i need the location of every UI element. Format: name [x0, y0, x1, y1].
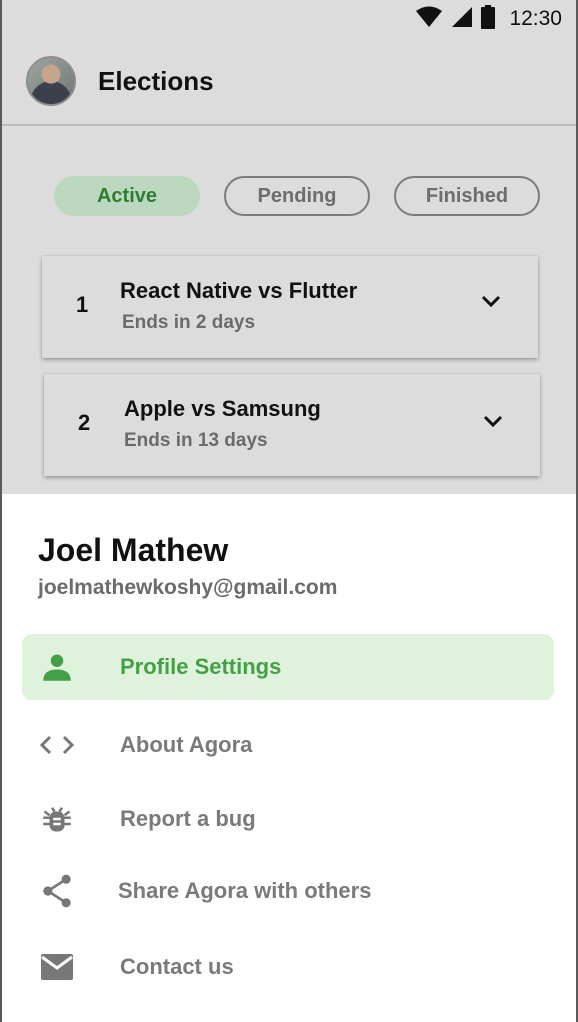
tab-active[interactable]: Active [54, 176, 200, 216]
avatar[interactable] [26, 56, 76, 106]
menu-item-share-agora[interactable]: Share Agora with others [22, 858, 554, 924]
chevron-down-icon[interactable] [482, 414, 504, 433]
tab-pending[interactable]: Pending [224, 176, 370, 216]
tab-finished[interactable]: Finished [394, 176, 540, 216]
menu-item-profile-settings[interactable]: Profile Settings [22, 634, 554, 700]
menu-item-label: Profile Settings [120, 654, 282, 679]
status-bar: 12:30 [2, 0, 576, 38]
election-name: Apple vs Samsung [124, 396, 321, 421]
mail-icon [40, 950, 74, 984]
menu-item-label: About Agora [120, 732, 253, 757]
user-email: joelmathewkoshy@gmail.com [38, 576, 338, 599]
election-name: React Native vs Flutter [120, 278, 358, 303]
page-title: Elections [98, 65, 214, 96]
election-card[interactable]: 2 Apple vs Samsung Ends in 13 days [44, 374, 540, 476]
wifi-icon [415, 6, 443, 33]
code-icon [40, 728, 74, 762]
app-bar: Elections [2, 38, 576, 126]
battery-icon [481, 4, 496, 34]
election-card[interactable]: 1 React Native vs Flutter Ends in 2 days [42, 256, 538, 358]
election-tabs: Active Pending Finished [54, 176, 540, 216]
election-ends: Ends in 2 days [122, 312, 256, 333]
share-icon [40, 874, 74, 908]
election-number: 2 [78, 410, 91, 435]
app-frame: 12:30 Elections Active Pending Finished … [0, 0, 578, 1022]
elections-content: Active Pending Finished 1 React Native v… [2, 126, 576, 494]
menu-item-label: Contact us [120, 954, 234, 979]
menu-item-about-agora[interactable]: About Agora [22, 712, 554, 778]
election-number: 1 [76, 292, 89, 317]
person-icon [40, 650, 74, 684]
election-ends: Ends in 13 days [124, 430, 268, 451]
menu-item-report-bug[interactable]: Report a bug [22, 786, 554, 852]
chevron-down-icon[interactable] [480, 294, 502, 313]
signal-icon [451, 6, 473, 33]
user-name: Joel Mathew [38, 532, 229, 568]
menu-item-contact-us[interactable]: Contact us [22, 934, 554, 1000]
status-time: 12:30 [509, 7, 562, 30]
bug-icon [40, 802, 74, 836]
menu-item-label: Share Agora with others [118, 878, 372, 903]
menu-item-label: Report a bug [120, 806, 256, 831]
navigation-drawer: Joel Mathew joelmathewkoshy@gmail.com Pr… [2, 494, 576, 1022]
